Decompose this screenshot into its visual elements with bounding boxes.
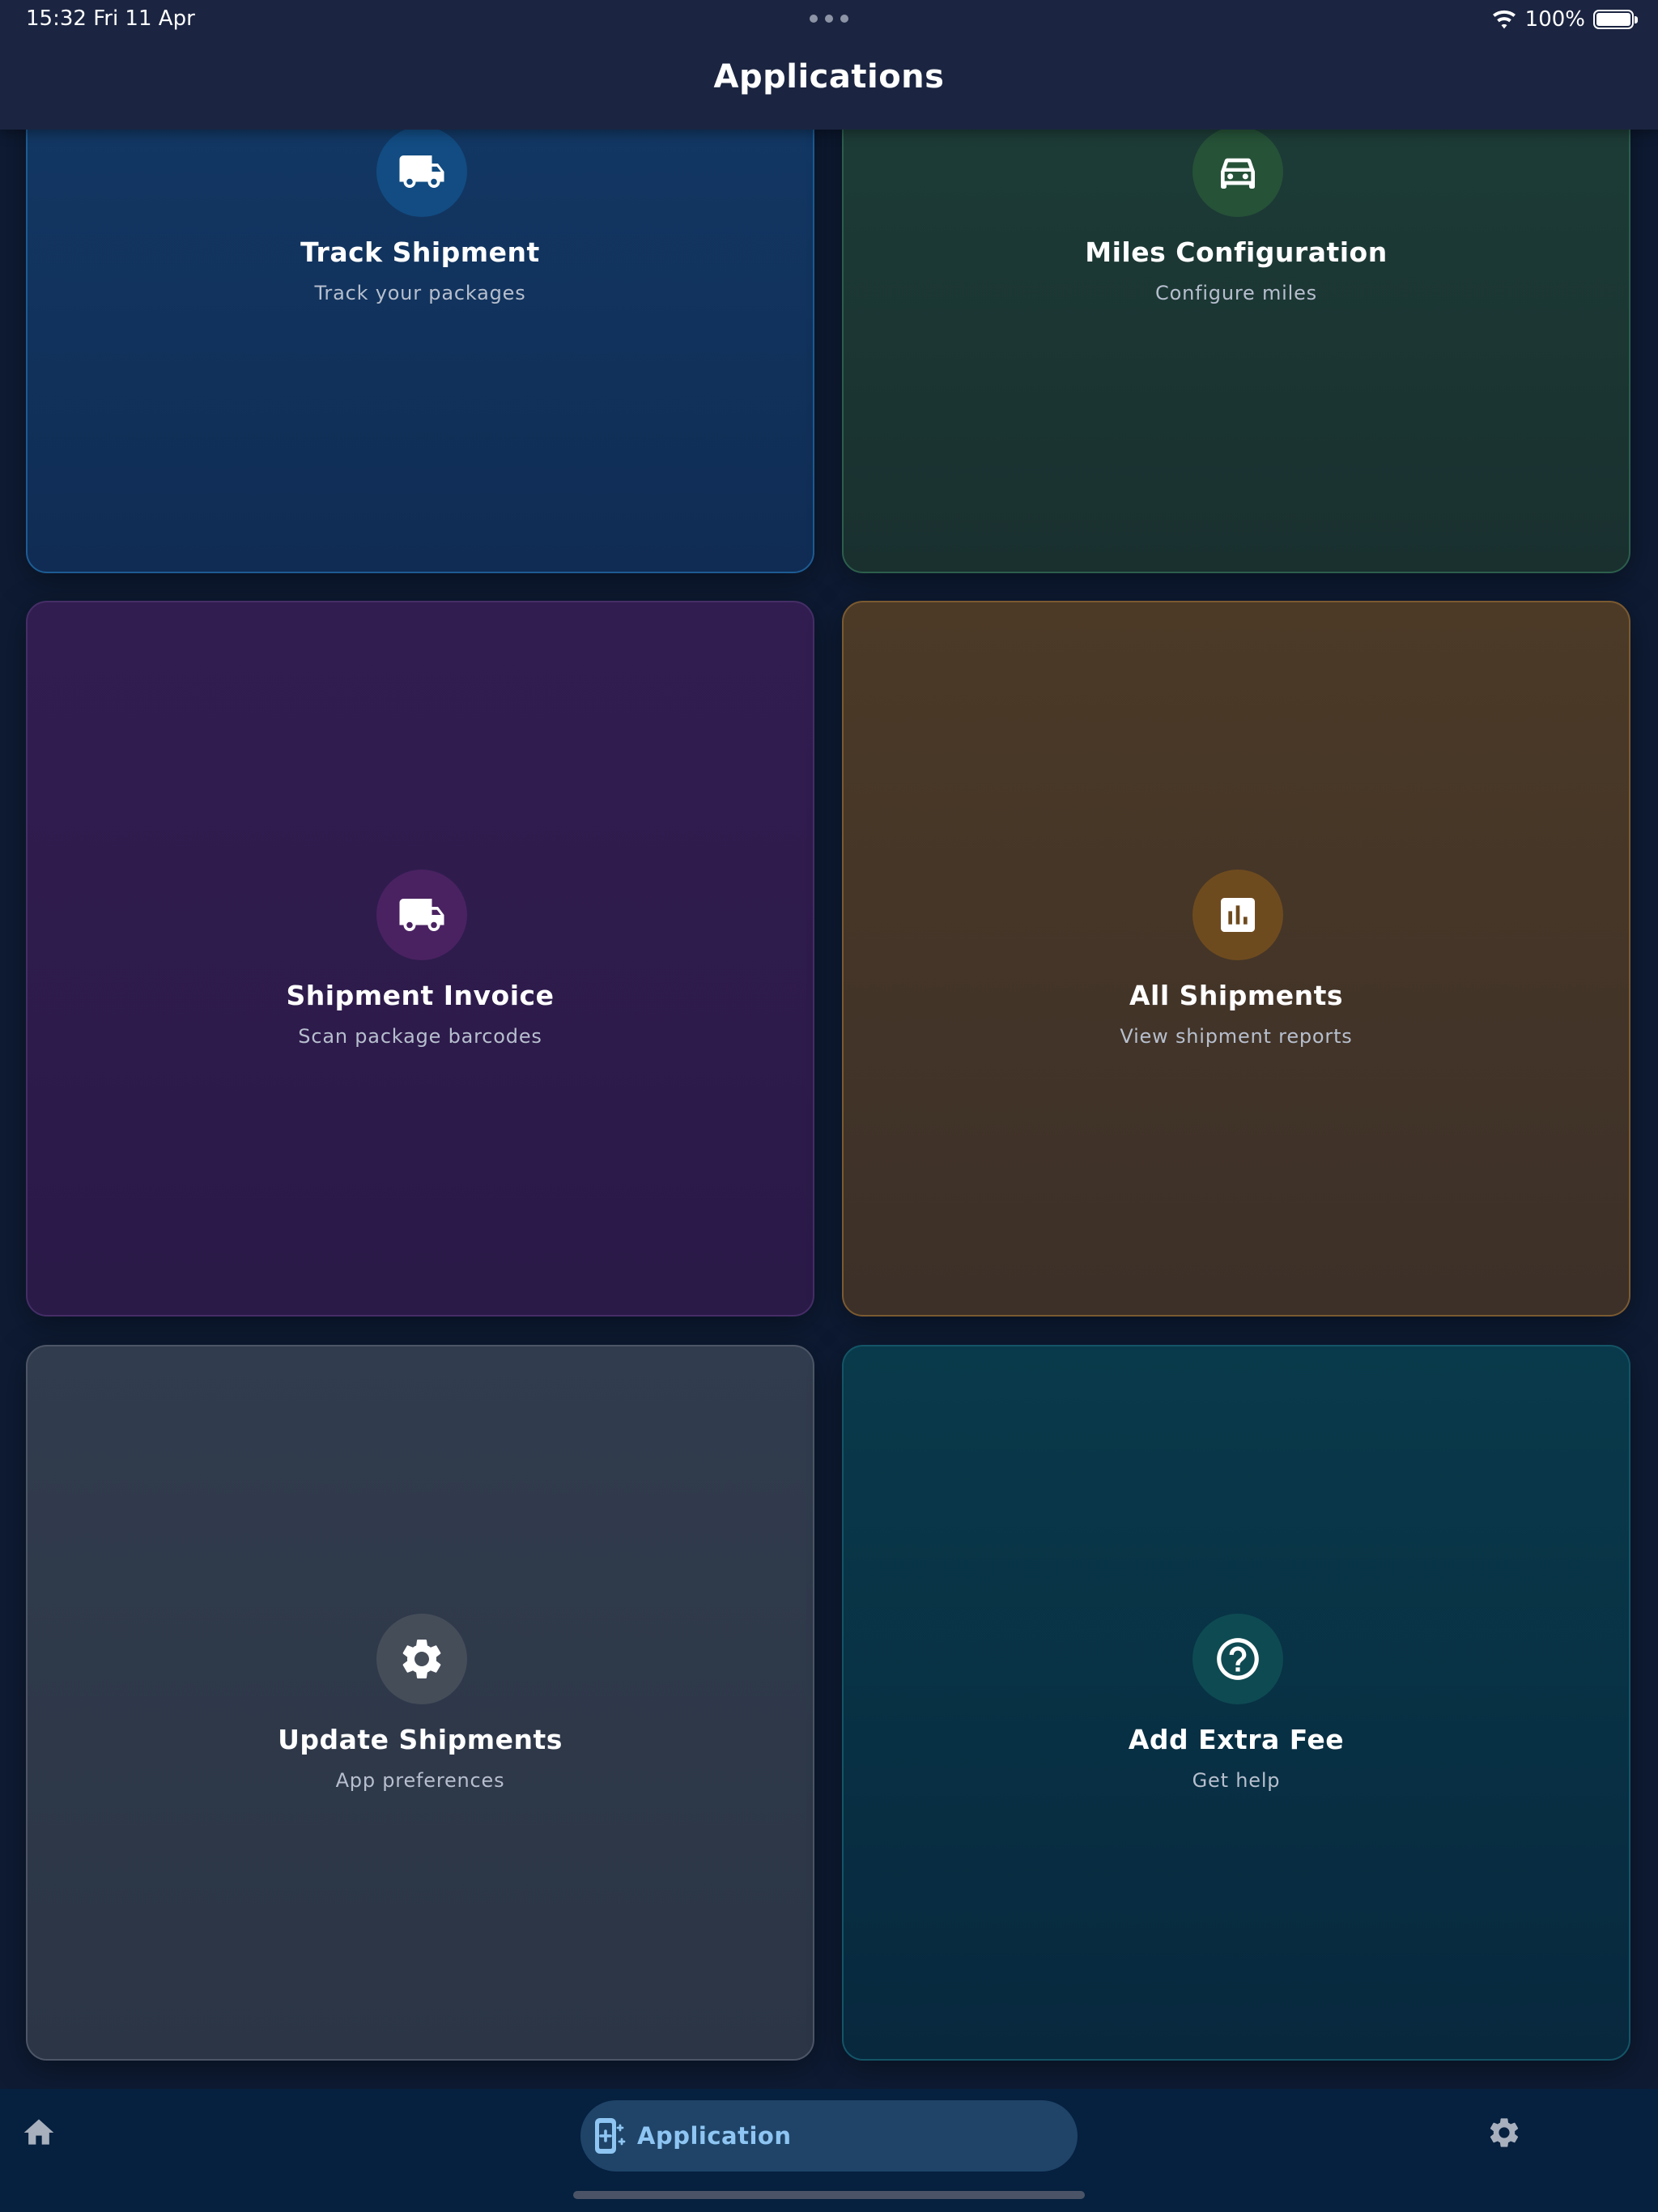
car-icon-wrap xyxy=(1192,126,1283,217)
bottom-navigation: Application xyxy=(0,2089,1658,2212)
card-subtitle: Scan package barcodes xyxy=(298,1025,542,1048)
gear-icon-wrap xyxy=(376,1614,467,1704)
card-title: Miles Configuration xyxy=(1085,236,1388,268)
gear-icon xyxy=(402,1640,441,1678)
truck-icon-wrap xyxy=(376,126,467,217)
card-subtitle: Get help xyxy=(1192,1769,1281,1792)
card-subtitle: Configure miles xyxy=(1155,282,1317,304)
truck-icon xyxy=(399,155,444,188)
card-update-shipments[interactable]: Update Shipments App preferences xyxy=(26,1345,814,2061)
card-subtitle: App preferences xyxy=(335,1769,505,1792)
nav-settings-button[interactable] xyxy=(1486,2115,1522,2150)
multitasking-dots-icon[interactable] xyxy=(810,15,848,23)
bar-chart-icon-wrap xyxy=(1192,870,1283,960)
card-title: Update Shipments xyxy=(278,1724,563,1755)
car-icon xyxy=(1221,158,1255,189)
status-time-date: 15:32 Fri 11 Apr xyxy=(26,6,195,31)
nav-application-tab[interactable]: Application xyxy=(580,2100,1078,2172)
status-right-group: 100% xyxy=(1491,5,1638,34)
battery-percent: 100% xyxy=(1524,7,1585,32)
top-bar: 15:32 Fri 11 Apr 100% Applications xyxy=(0,0,1658,130)
applications-grid: Track Shipment Track your packages Miles… xyxy=(0,0,1658,2089)
card-subtitle: Track your packages xyxy=(314,282,526,304)
app-add-icon xyxy=(595,2118,626,2154)
bar-chart-icon xyxy=(1221,898,1255,932)
wifi-icon xyxy=(1492,10,1516,29)
card-add-extra-fee[interactable]: Add Extra Fee Get help xyxy=(842,1345,1630,2061)
home-indicator[interactable] xyxy=(573,2191,1085,2199)
card-title: Add Extra Fee xyxy=(1128,1724,1345,1755)
truck-icon-wrap xyxy=(376,870,467,960)
card-subtitle: View shipment reports xyxy=(1120,1025,1353,1048)
home-icon xyxy=(23,2119,54,2145)
card-title: All Shipments xyxy=(1129,980,1344,1011)
help-circle-icon-wrap xyxy=(1192,1614,1283,1704)
truck-icon xyxy=(399,899,444,931)
help-circle-icon xyxy=(1217,1638,1259,1680)
nav-home-button[interactable] xyxy=(21,2115,57,2150)
card-all-shipments[interactable]: All Shipments View shipment reports xyxy=(842,601,1630,1317)
battery-icon xyxy=(1593,10,1638,29)
card-shipment-invoice[interactable]: Shipment Invoice Scan package barcodes xyxy=(26,601,814,1317)
gear-icon xyxy=(1490,2118,1519,2147)
card-title: Shipment Invoice xyxy=(286,980,555,1011)
nav-application-label: Application xyxy=(637,2122,792,2150)
card-title: Track Shipment xyxy=(300,236,540,268)
page-title: Applications xyxy=(713,58,945,96)
battery-fill xyxy=(1596,13,1630,26)
